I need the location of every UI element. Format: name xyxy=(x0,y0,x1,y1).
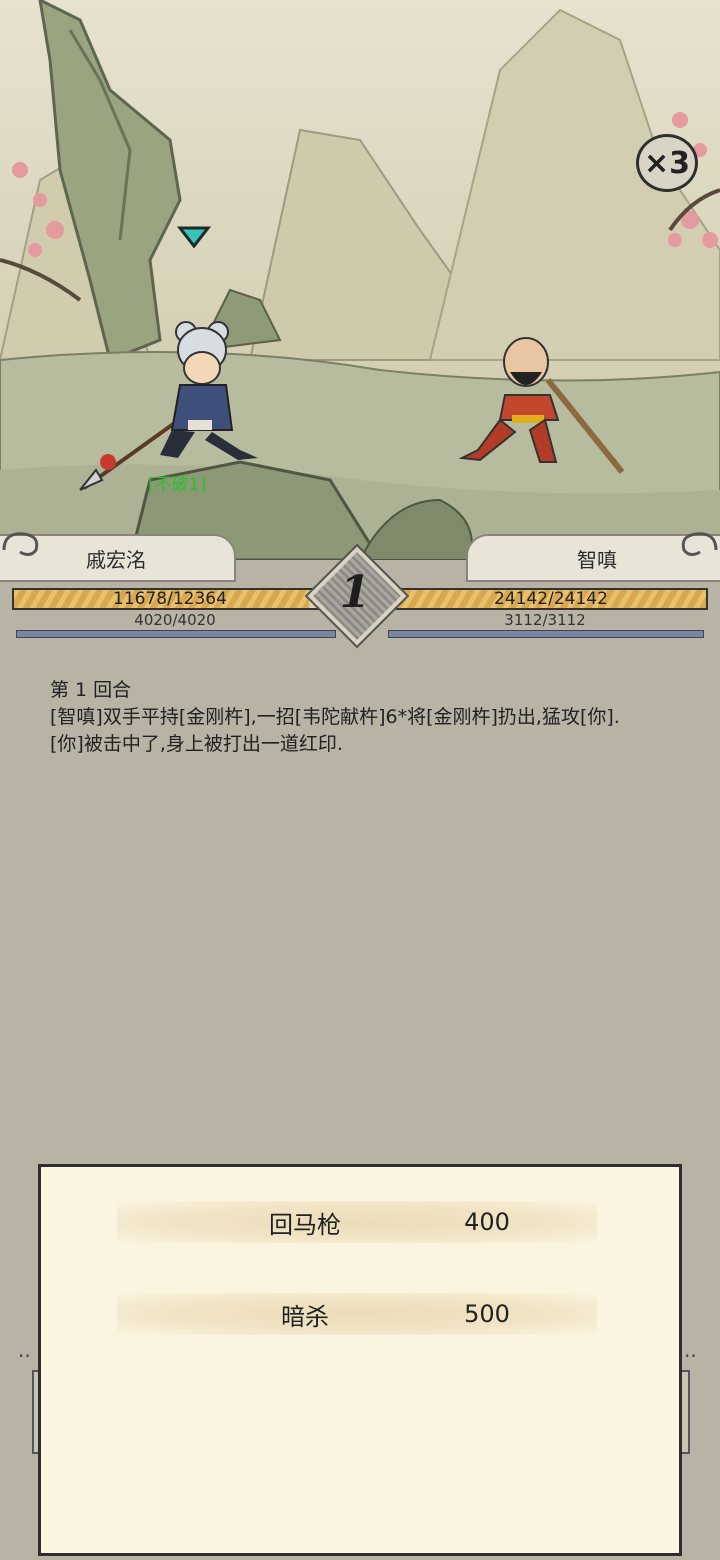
log-line: 第 1 回合 xyxy=(50,679,132,701)
speed-toggle-button[interactable]: ×3 xyxy=(636,134,698,192)
round-number: 1 xyxy=(339,567,371,618)
cloud-ornament-left-icon xyxy=(2,532,39,557)
log-line: [智嗔]双手平持[金刚杵],一招[韦陀献杵]6*将[金刚杵]扔出,猛攻[你]. xyxy=(50,706,620,728)
enemy-mp-text: 3112/3112 xyxy=(504,611,586,629)
landscape-background xyxy=(0,0,720,560)
skill-cost: 500 xyxy=(464,1300,510,1328)
skill-option-ansha[interactable]: 暗杀 500 xyxy=(117,1293,597,1335)
enemy-name: 智嗔 xyxy=(577,547,617,572)
skill-name: 暗杀 xyxy=(281,1302,329,1331)
skill-name: 回马枪 xyxy=(269,1210,341,1239)
player-mp-text: 4020/4020 xyxy=(134,611,216,629)
enemy-hp-bar: 24142/24142 xyxy=(394,588,708,610)
skill-option-huimaqiang[interactable]: 回马枪 400 xyxy=(117,1201,597,1243)
player-mp-bar xyxy=(16,630,336,638)
skill-select-panel: 回马枪 400 暗杀 500 xyxy=(38,1164,682,1556)
frame-dots-right: ·· xyxy=(684,1344,697,1368)
cloud-ornament-right-icon xyxy=(681,532,718,557)
enemy-hp-text: 24142/24142 xyxy=(494,589,608,609)
player-name: 戚宏洺 xyxy=(86,547,146,572)
battle-scene: ×3 [不破1] xyxy=(0,0,720,560)
player-hp-text: 11678/12364 xyxy=(113,589,227,609)
player-buff-label: [不破1] xyxy=(148,475,207,495)
skill-cost: 400 xyxy=(464,1208,510,1236)
enemy-mp-bar xyxy=(388,630,704,638)
round-counter: 1 xyxy=(304,543,410,649)
player-hp-bar: 11678/12364 xyxy=(12,588,328,610)
combat-log: 第 1 回合 [智嗔]双手平持[金刚杵],一招[韦陀献杵]6*将[金刚杵]扔出,… xyxy=(50,678,670,759)
log-line: [你]被击中了,身上被打出一道红印. xyxy=(50,733,343,755)
frame-dots-left: ·· xyxy=(18,1344,31,1368)
